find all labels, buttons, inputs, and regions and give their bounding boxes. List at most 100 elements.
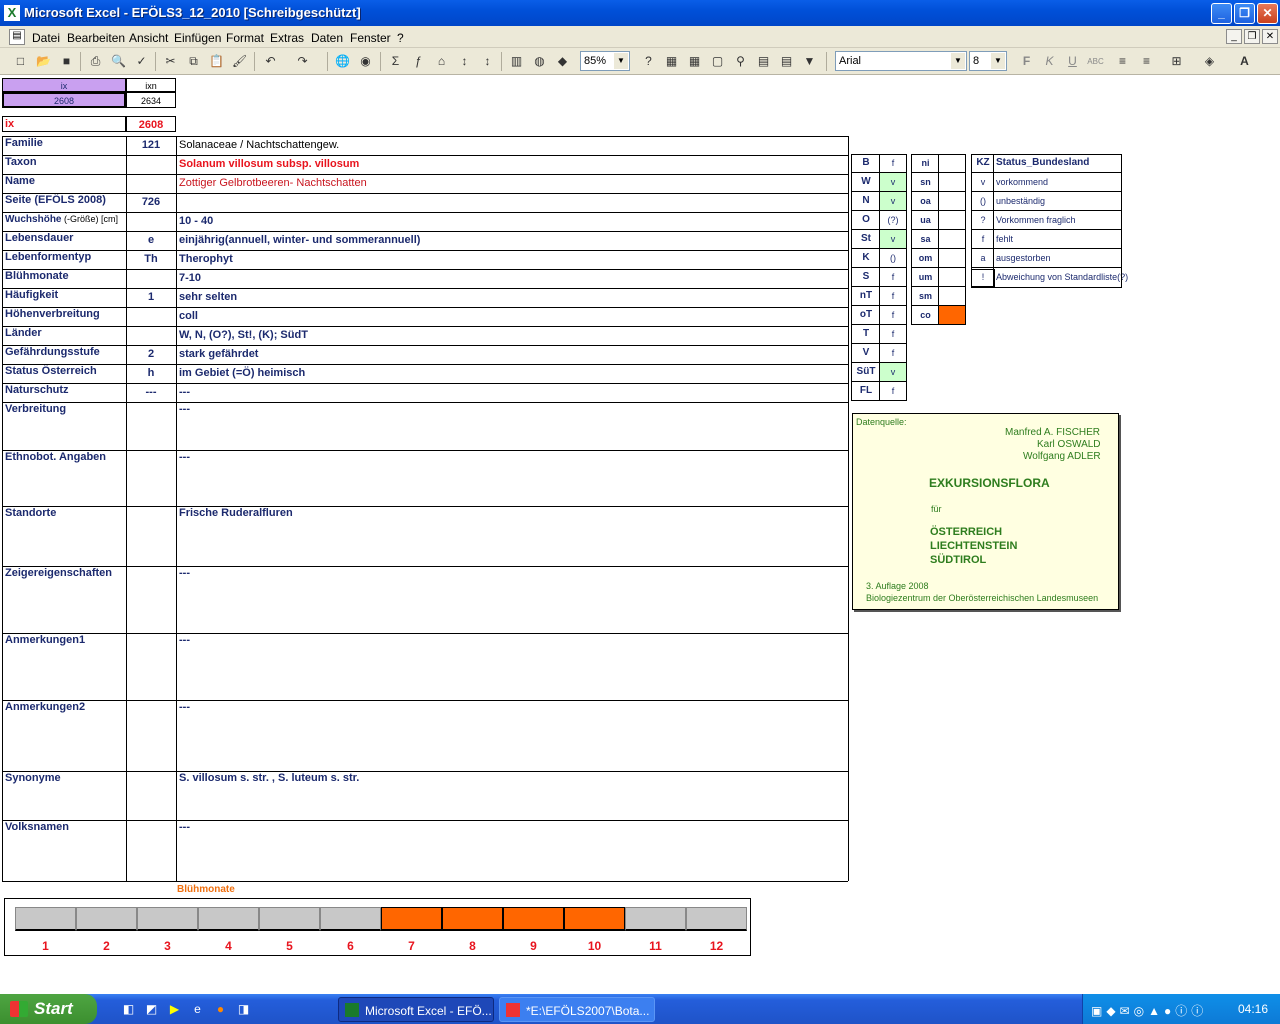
- quicklaunch-icon-2[interactable]: ◩: [143, 1001, 160, 1018]
- copy-icon[interactable]: ⧉: [185, 53, 202, 70]
- row-value[interactable]: stark gefährdet: [176, 345, 848, 364]
- row-code[interactable]: e: [126, 231, 176, 250]
- tray-icons[interactable]: ▣◆✉◎▲●ⓘⓘ: [1091, 1002, 1207, 1019]
- row-value[interactable]: Solanum villosum subsp. villosum: [176, 155, 848, 174]
- row-code[interactable]: [126, 212, 176, 231]
- row-value[interactable]: Therophyt: [176, 250, 848, 269]
- row-value[interactable]: Frische Ruderalfluren: [176, 506, 848, 566]
- doc-restore-icon[interactable]: ❐: [1244, 29, 1260, 44]
- web-icon[interactable]: ◉: [357, 53, 374, 70]
- tool-icon-1[interactable]: ▦: [663, 53, 680, 70]
- row-code[interactable]: [126, 566, 176, 633]
- cut-icon[interactable]: ✂: [162, 53, 179, 70]
- worksheet[interactable]: ix ixn 2608 2634 ix 2608 Familie 121 Solan…: [0, 76, 1280, 990]
- font-select[interactable]: Arial ▼: [835, 51, 967, 71]
- row-code[interactable]: [126, 700, 176, 771]
- bold-icon[interactable]: F: [1018, 53, 1035, 70]
- menu-help[interactable]: ?: [397, 31, 404, 45]
- drawing-icon[interactable]: ◆: [554, 53, 571, 70]
- sort-asc-icon[interactable]: ↕: [456, 53, 473, 70]
- borders-icon[interactable]: ⊞: [1168, 53, 1185, 70]
- ie-icon[interactable]: e: [189, 1001, 206, 1018]
- minimize-button[interactable]: _: [1211, 3, 1232, 24]
- print-preview-icon[interactable]: 🔍: [110, 53, 127, 70]
- map-icon[interactable]: ◍: [531, 53, 548, 70]
- row-value[interactable]: ---: [176, 402, 848, 450]
- row-value[interactable]: Solanaceae / Nachtschattengew.: [176, 136, 848, 155]
- row-code[interactable]: Th: [126, 250, 176, 269]
- font-size-select[interactable]: 8 ▼: [969, 51, 1007, 71]
- row-value[interactable]: S. villosum s. str. , S. luteum s. str.: [176, 771, 848, 820]
- form-icon[interactable]: ▤: [778, 53, 795, 70]
- row-code[interactable]: [126, 633, 176, 700]
- row-value[interactable]: ---: [176, 566, 848, 633]
- quicklaunch-icon-3[interactable]: ◨: [235, 1001, 252, 1018]
- print-icon[interactable]: ⎙: [87, 53, 104, 70]
- row-value[interactable]: ---: [176, 820, 848, 881]
- tool-icon-2[interactable]: ▦: [686, 53, 703, 70]
- fill-color-icon[interactable]: ◈: [1201, 53, 1218, 70]
- open-icon[interactable]: 📂: [35, 53, 52, 70]
- menu-daten[interactable]: Daten: [311, 31, 343, 45]
- new-icon[interactable]: □: [12, 53, 29, 70]
- redo-icon[interactable]: ↷: [294, 53, 311, 70]
- hyperlink-icon[interactable]: 🌐: [334, 53, 351, 70]
- row-value[interactable]: im Gebiet (=Ö) heimisch: [176, 364, 848, 383]
- sort-desc-icon[interactable]: ↕: [479, 53, 496, 70]
- menu-ansicht[interactable]: Ansicht: [129, 31, 168, 45]
- align-left-icon[interactable]: ≡: [1114, 53, 1131, 70]
- firefox-icon[interactable]: ●: [212, 1001, 229, 1018]
- save-icon[interactable]: ■: [58, 53, 75, 70]
- row-value[interactable]: ---: [176, 633, 848, 700]
- tool-icon-3[interactable]: ▢: [709, 53, 726, 70]
- row-code[interactable]: ---: [126, 383, 176, 402]
- row-code[interactable]: [126, 174, 176, 193]
- strikethrough-icon[interactable]: ABC: [1087, 53, 1104, 70]
- row-value[interactable]: Zottiger Gelbrotbeeren- Nachtschatten: [176, 174, 848, 193]
- row-code[interactable]: [126, 771, 176, 820]
- ixn-value-cell[interactable]: 2634: [126, 92, 176, 108]
- row-code[interactable]: h: [126, 364, 176, 383]
- media-icon[interactable]: ▶: [166, 1001, 183, 1018]
- insert-function-icon[interactable]: ⌂: [433, 53, 450, 70]
- task-excel[interactable]: Microsoft Excel - EFÖ...: [338, 997, 494, 1022]
- row-value[interactable]: ---: [176, 450, 848, 506]
- menu-fenster[interactable]: Fenster: [350, 31, 391, 45]
- row-code[interactable]: 2: [126, 345, 176, 364]
- row-value[interactable]: einjährig(annuell, winter- und sommerann…: [176, 231, 848, 250]
- autosum-icon[interactable]: Σ: [387, 53, 404, 70]
- row-value[interactable]: ---: [176, 383, 848, 402]
- zoom-select[interactable]: 85% ▼: [580, 51, 630, 71]
- maximize-button[interactable]: ❐: [1234, 3, 1255, 24]
- italic-icon[interactable]: K: [1041, 53, 1058, 70]
- document-icon[interactable]: ▤: [9, 29, 25, 45]
- font-color-icon[interactable]: A: [1236, 53, 1253, 70]
- row-code[interactable]: 121: [126, 136, 176, 155]
- row-value[interactable]: sehr selten: [176, 288, 848, 307]
- row-value[interactable]: ---: [176, 700, 848, 771]
- chart-icon[interactable]: ▥: [508, 53, 525, 70]
- close-button[interactable]: ✕: [1257, 3, 1278, 24]
- quicklaunch-icon-1[interactable]: ◧: [120, 1001, 137, 1018]
- row-code[interactable]: [126, 820, 176, 881]
- row-code[interactable]: [126, 402, 176, 450]
- function-icon[interactable]: ƒ: [410, 53, 427, 70]
- menu-extras[interactable]: Extras: [270, 31, 304, 45]
- menu-datei[interactable]: Datei: [32, 31, 60, 45]
- row-value[interactable]: 10 - 40: [176, 212, 848, 231]
- format-painter-icon[interactable]: 🖌: [231, 53, 248, 70]
- row-code[interactable]: 1: [126, 288, 176, 307]
- row-code[interactable]: [126, 307, 176, 326]
- row-value[interactable]: coll: [176, 307, 848, 326]
- autofilter-icon[interactable]: ▼: [801, 53, 818, 70]
- doc-close-icon[interactable]: ✕: [1262, 29, 1278, 44]
- row-code[interactable]: [126, 450, 176, 506]
- undo-icon[interactable]: ↶: [262, 53, 279, 70]
- row-code[interactable]: 726: [126, 193, 176, 212]
- row-code[interactable]: [126, 269, 176, 288]
- menu-einfuegen[interactable]: Einfügen: [174, 31, 221, 45]
- row-code[interactable]: [126, 326, 176, 345]
- row-value[interactable]: 7-10: [176, 269, 848, 288]
- underline-icon[interactable]: U: [1064, 53, 1081, 70]
- row-code[interactable]: [126, 155, 176, 174]
